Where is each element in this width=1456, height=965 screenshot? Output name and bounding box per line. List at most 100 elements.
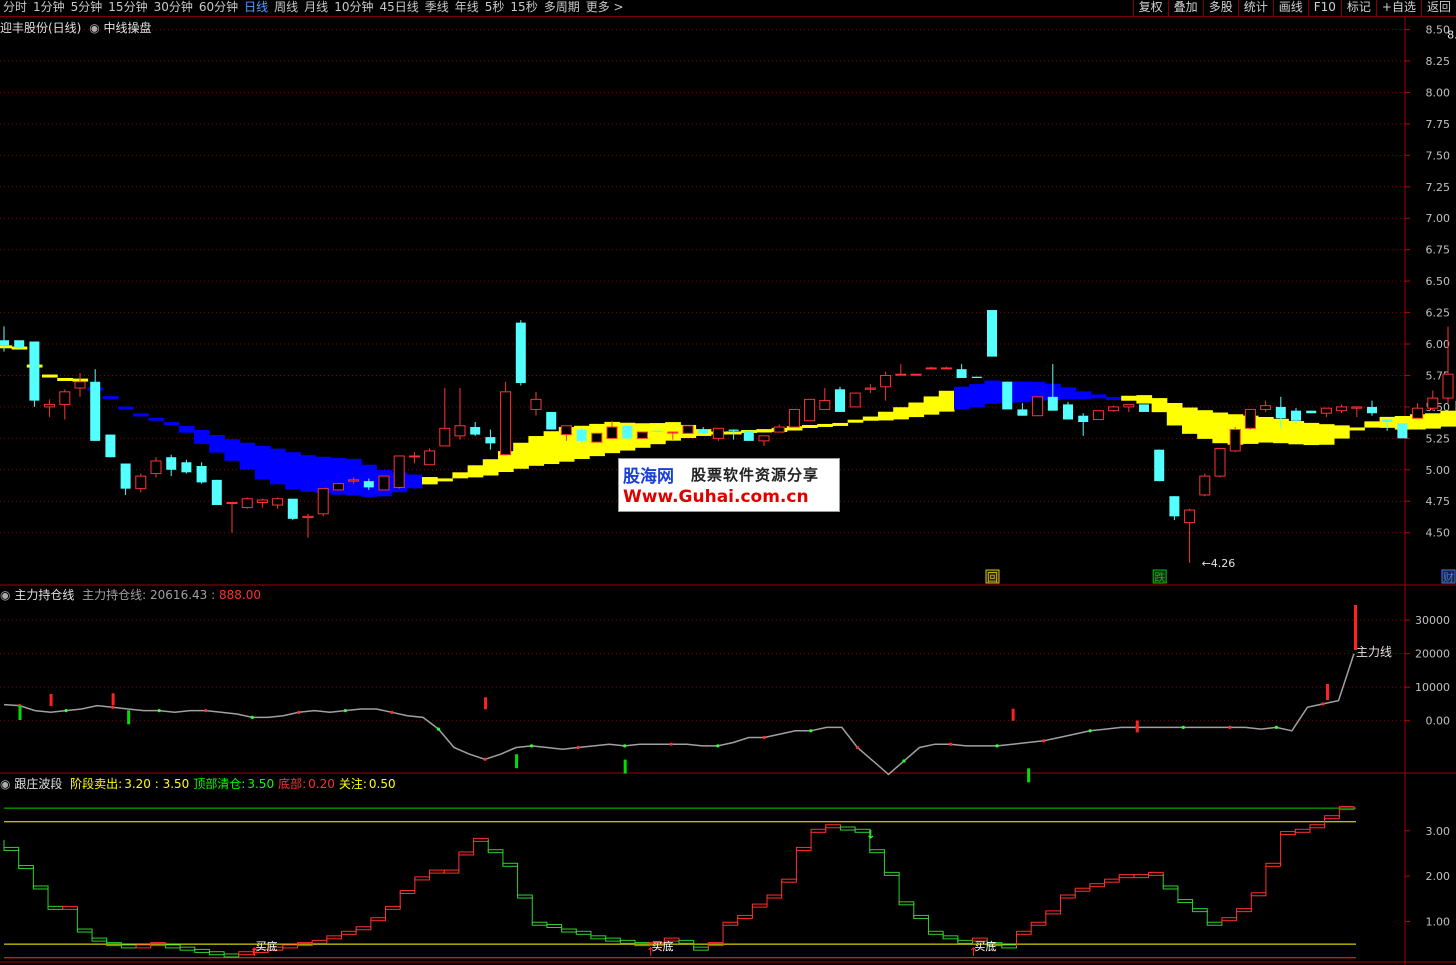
candle-body — [166, 457, 177, 470]
band-segment — [908, 402, 925, 418]
wave-tread — [1045, 910, 1062, 915]
candle — [454, 388, 466, 440]
collapse-icon[interactable]: ◉ — [0, 588, 10, 602]
holding-bar-up — [1354, 605, 1357, 650]
candle-body — [181, 462, 192, 473]
band-segment — [1303, 422, 1320, 446]
wave-tread — [164, 944, 181, 949]
band-segment — [1121, 395, 1137, 401]
band-segment — [802, 424, 818, 428]
candle — [773, 424, 785, 433]
wave-tread — [1089, 883, 1106, 888]
candle-body — [698, 429, 709, 434]
candle-body — [667, 431, 679, 434]
candle-body — [864, 387, 876, 390]
sub2-title[interactable]: 跟庄波段 — [14, 777, 62, 791]
candle — [1412, 403, 1424, 419]
wave-tread — [1118, 874, 1135, 879]
candle-body — [819, 400, 831, 410]
collapse-icon[interactable]: ◉ — [89, 21, 99, 35]
band-segment — [1151, 398, 1168, 413]
candle-body — [636, 431, 648, 439]
wave-tread — [795, 846, 812, 851]
candle — [1139, 404, 1149, 412]
candle-body — [1275, 406, 1286, 419]
candle — [987, 310, 997, 357]
buy-label: 买底 — [652, 939, 674, 953]
candle-body — [1291, 410, 1301, 421]
min-price-label: ←4.26 — [1202, 557, 1236, 570]
y-tick-label: 1.00 — [1426, 915, 1451, 928]
candle — [378, 475, 390, 491]
wave-tread — [179, 946, 196, 951]
band-segment — [1166, 402, 1183, 426]
wave-step — [737, 914, 753, 924]
wave-step — [487, 839, 504, 854]
holding-bar-up — [1135, 720, 1139, 733]
candle-body — [1214, 447, 1226, 477]
candle — [1229, 427, 1241, 453]
wave-tread — [619, 939, 636, 944]
y-tick-label: 4.75 — [1426, 495, 1451, 508]
sub1-title[interactable]: 主力持仓线 — [14, 588, 74, 602]
wave-tread — [781, 878, 797, 883]
wave-step — [76, 907, 93, 933]
collapse-icon[interactable]: ◉ — [0, 777, 10, 791]
wave-step — [927, 916, 944, 935]
wave-step — [693, 941, 709, 951]
wave-tread — [1016, 930, 1032, 935]
band-segment — [650, 423, 666, 445]
buy-label: 买底 — [255, 939, 277, 953]
wave-step — [1089, 883, 1106, 890]
band-segment — [938, 390, 955, 412]
wave-tread — [282, 944, 298, 949]
band-segment — [1425, 413, 1441, 429]
wave-step — [341, 930, 357, 938]
candle — [804, 398, 816, 422]
wave-step — [1265, 862, 1282, 895]
holding-bar-down — [623, 759, 627, 774]
wave-tread — [517, 894, 533, 899]
candle-body — [1306, 410, 1317, 414]
indicator-name[interactable]: 中线操盘 — [104, 21, 152, 35]
candle — [166, 454, 177, 477]
y-tick-label: 6.00 — [1426, 338, 1451, 351]
candle-body — [424, 450, 436, 466]
wave-step — [458, 851, 475, 872]
band-segment — [133, 413, 149, 417]
wave-tread — [1001, 944, 1018, 949]
candle-body — [196, 466, 207, 483]
wave-step — [751, 903, 768, 917]
band-segment — [57, 377, 73, 381]
candle-body — [241, 498, 253, 509]
candle-body — [728, 429, 739, 431]
candle — [682, 425, 694, 434]
wave-step — [1206, 910, 1223, 926]
wave-step — [355, 926, 372, 933]
candle — [1260, 400, 1272, 412]
candle — [758, 435, 770, 446]
candle-body — [317, 488, 329, 515]
candle-body — [500, 391, 512, 456]
buy-label: 买底 — [974, 939, 996, 953]
candle — [515, 320, 526, 386]
band-segment — [406, 474, 423, 489]
candle — [470, 422, 481, 436]
candle — [1199, 473, 1211, 497]
candle — [272, 497, 284, 509]
wave-tread — [341, 930, 357, 935]
candle — [135, 473, 147, 493]
band-segment — [437, 478, 453, 482]
wave-tread — [913, 914, 929, 919]
wave-step — [957, 937, 973, 944]
candle-body — [29, 341, 40, 401]
wave-step — [619, 939, 636, 944]
candle — [1108, 405, 1120, 412]
wave-step — [1250, 892, 1267, 911]
buy-signal: ↑买底 — [249, 939, 277, 959]
wave-step — [1030, 921, 1047, 933]
band-segment — [254, 445, 271, 480]
candle — [29, 341, 40, 407]
wave-tread — [839, 826, 856, 831]
wave-tread — [311, 939, 328, 944]
